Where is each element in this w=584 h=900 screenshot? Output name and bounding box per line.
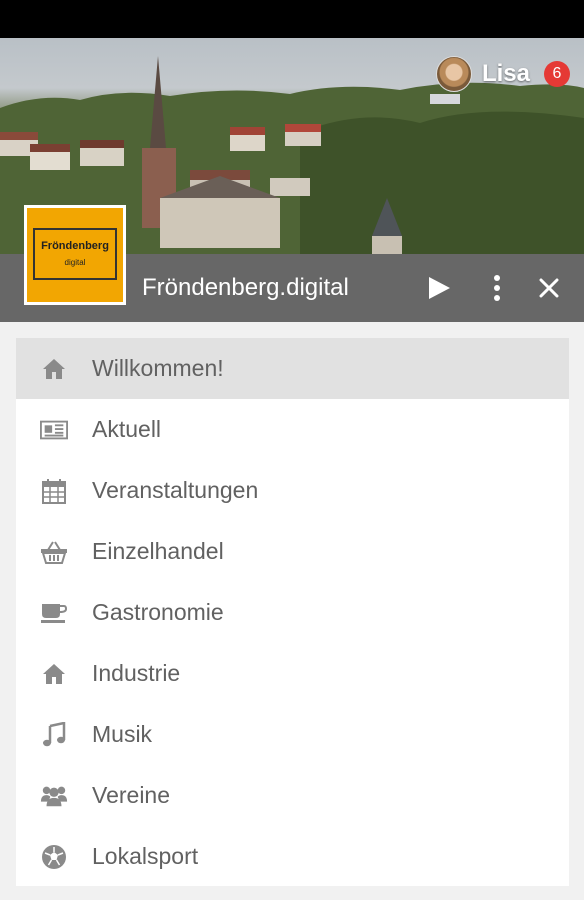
home-icon (40, 660, 68, 688)
close-icon (539, 278, 559, 298)
menu-item-musik[interactable]: Musik (16, 704, 569, 765)
menu-item-label: Veranstaltungen (92, 477, 259, 503)
user-avatar[interactable] (435, 56, 472, 92)
newspaper-icon (40, 416, 68, 444)
user-name[interactable]: Lisa (482, 60, 530, 88)
menu-item-industrie[interactable]: Industrie (16, 643, 569, 704)
menu-item-einzelhandel[interactable]: Einzelhandel (16, 521, 569, 582)
calendar-icon (40, 477, 68, 505)
logo-sign: Fröndenberg digital (33, 228, 117, 280)
user-account[interactable]: Lisa 6 (435, 56, 570, 92)
group-icon (40, 782, 68, 810)
more-vert-icon (494, 275, 500, 301)
app-title: Fröndenberg.digital (142, 274, 349, 301)
close-button[interactable] (531, 270, 567, 306)
menu-item-vereine[interactable]: Vereine (16, 765, 569, 826)
coffee-icon (40, 599, 68, 627)
menu-item-willkommen[interactable]: Willkommen! (16, 338, 569, 399)
menu-item-label: Industrie (92, 660, 181, 686)
play-icon (429, 277, 450, 299)
menu-item-label: Vereine (92, 782, 171, 808)
menu-item-label: Musik (92, 721, 153, 747)
navigation-menu: Willkommen! Aktuell Veranstaltungen Einz… (16, 338, 569, 886)
menu-item-label: Lokalsport (92, 843, 199, 869)
menu-item-veranstaltungen[interactable]: Veranstaltungen (16, 460, 569, 521)
music-icon (40, 721, 68, 749)
logo-title: Fröndenberg (41, 240, 109, 252)
menu-item-label: Willkommen! (92, 355, 224, 381)
status-bar (0, 0, 584, 38)
menu-item-label: Aktuell (92, 416, 162, 442)
menu-item-gastronomie[interactable]: Gastronomie (16, 582, 569, 643)
more-options-button[interactable] (479, 270, 515, 306)
menu-item-label: Gastronomie (92, 599, 224, 625)
basket-icon (40, 538, 68, 566)
soccer-ball-icon (40, 843, 68, 871)
logo-subtitle: digital (64, 258, 86, 267)
menu-item-lokalsport[interactable]: Lokalsport (16, 826, 569, 887)
app-logo: Fröndenberg digital (24, 205, 126, 305)
menu-item-label: Einzelhandel (92, 538, 224, 564)
menu-item-aktuell[interactable]: Aktuell (16, 399, 569, 460)
home-icon (40, 355, 68, 383)
notification-badge[interactable]: 6 (544, 61, 570, 87)
play-button[interactable] (421, 270, 457, 306)
